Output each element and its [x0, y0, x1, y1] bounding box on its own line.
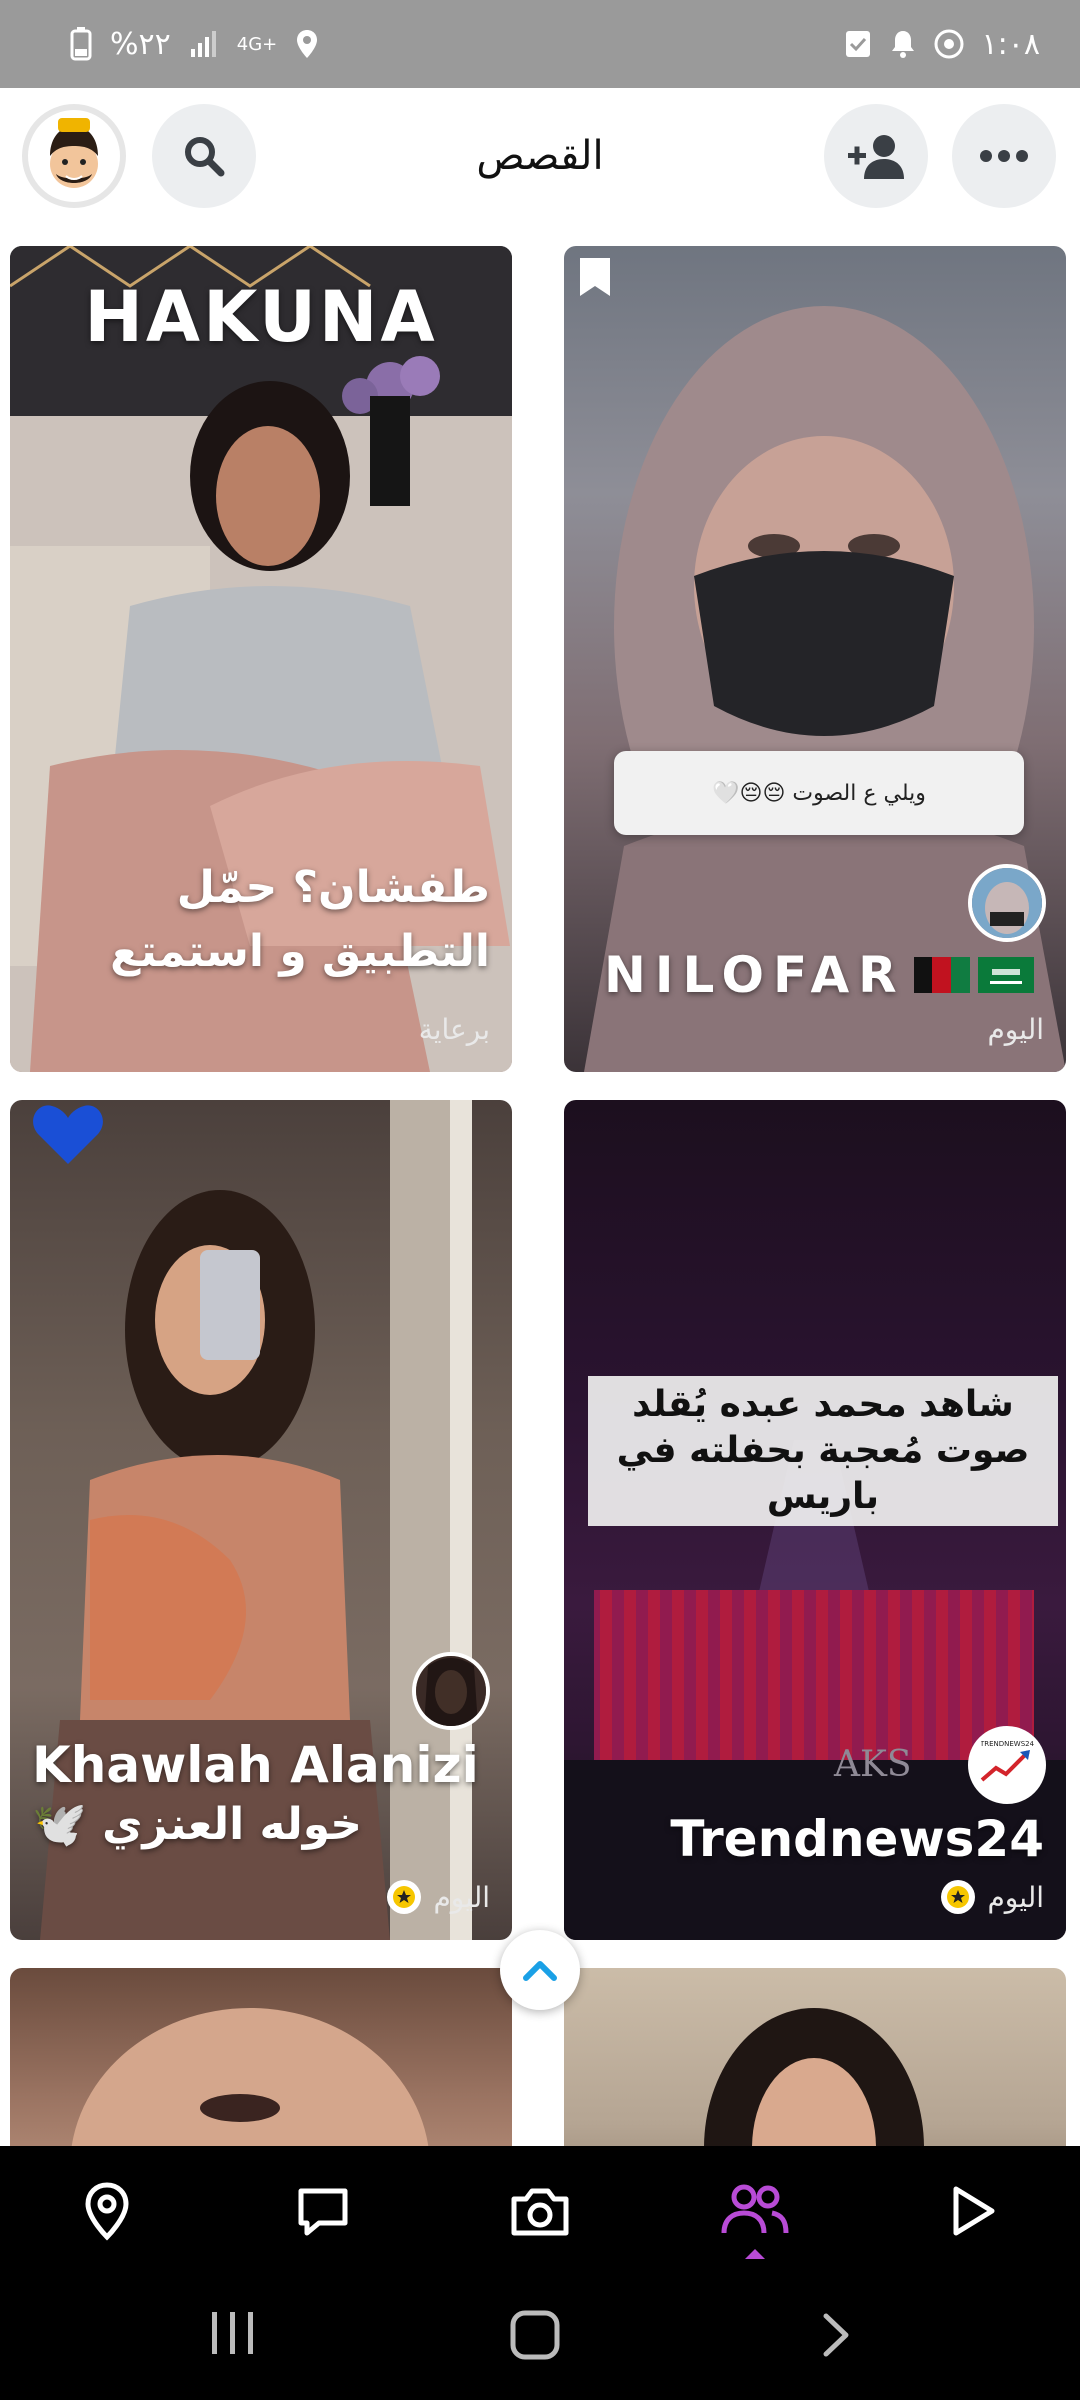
- creator-avatar[interactable]: [968, 864, 1046, 942]
- network-type: 4G+: [236, 33, 278, 55]
- stories-header: القصص: [0, 88, 1080, 248]
- camera-icon: [511, 2188, 569, 2236]
- system-navigation-bar: [0, 2270, 1080, 2400]
- map-pin-icon: [85, 2182, 129, 2241]
- chat-icon: [298, 2188, 348, 2236]
- card-subtitle: خوله العنزي 🕊️: [32, 1799, 363, 1850]
- card-title-row: NILOFAR: [604, 946, 1034, 1004]
- story-card-nilofar[interactable]: ويلي ع الصوت 😔😔🤍 NILOFAR اليوم: [564, 246, 1066, 1072]
- story-card-trendnews24[interactable]: شاهد محمد عبده يُقلد صوت مُعجبة بحفلته ف…: [564, 1100, 1066, 1940]
- chrome-icon: [934, 29, 964, 59]
- card-overlay-text: HAKUNA: [84, 276, 438, 358]
- add-friend-button[interactable]: [824, 104, 928, 208]
- afghanistan-flag-icon: [913, 957, 970, 993]
- nav-camera[interactable]: [505, 2176, 575, 2246]
- search-button[interactable]: [152, 104, 256, 208]
- clock: ١:٠٨: [981, 26, 1040, 62]
- location-icon: [295, 29, 319, 59]
- time-label: اليوم: [433, 1880, 490, 1914]
- status-bar: %٢٢ 4G+ ١:٠٨: [0, 0, 1080, 88]
- add-friend-icon: [848, 135, 904, 179]
- creator-avatar[interactable]: [412, 1652, 490, 1730]
- question-sticker: ويلي ع الصوت 😔😔🤍: [614, 751, 1024, 835]
- recent-apps-button[interactable]: [200, 2308, 264, 2362]
- trendnews-avatar-label: TRENDNEWS24: [979, 1740, 1035, 1748]
- card-meta: اليوم: [987, 1013, 1044, 1046]
- battery-percent: %٢٢: [110, 26, 171, 62]
- chevron-right-icon: [823, 2313, 849, 2357]
- home-icon: [510, 2310, 560, 2360]
- card-meta: اليوم: [941, 1880, 1044, 1914]
- notification-bell-icon: [890, 29, 916, 59]
- friends-icon: [721, 2184, 789, 2234]
- recent-apps-icon: [212, 2312, 253, 2354]
- star-badge-icon: [387, 1880, 422, 1914]
- signal-icon: [189, 29, 219, 59]
- story-6-illustration: [704, 2008, 924, 2146]
- home-button[interactable]: [508, 2308, 562, 2366]
- time-label: اليوم: [987, 1013, 1044, 1046]
- status-left-group: %٢٢ 4G+: [70, 0, 319, 88]
- time-label: اليوم: [987, 1880, 1044, 1914]
- story-5-illustration: [71, 2008, 429, 2146]
- bitmoji-avatar-icon: [28, 110, 120, 202]
- active-tab-indicator: [743, 2246, 767, 2265]
- bottom-navigation: [0, 2146, 1080, 2270]
- story-card-5[interactable]: [10, 1968, 512, 2146]
- creator-avatar[interactable]: TRENDNEWS24: [968, 1726, 1046, 1804]
- chevron-up-icon: [523, 1961, 557, 1981]
- nav-spotlight[interactable]: [937, 2176, 1007, 2246]
- card-meta: برعاية: [419, 1013, 490, 1046]
- nav-stories[interactable]: [720, 2176, 790, 2246]
- profile-avatar-button[interactable]: [22, 104, 126, 208]
- play-icon: [953, 2186, 995, 2236]
- more-options-button[interactable]: [952, 104, 1056, 208]
- stories-grid: HAKUNA طفشان؟ حمّل التطبيق و استمتع برعا…: [0, 246, 1080, 2146]
- story-card-6[interactable]: [564, 1968, 1066, 2146]
- blue-heart-icon: [32, 1102, 104, 1172]
- stage-text: AKS: [834, 1744, 912, 1785]
- search-icon: [185, 137, 225, 177]
- status-right-group: ١:٠٨: [844, 0, 1040, 88]
- card-meta: اليوم: [387, 1880, 490, 1914]
- card-overlay-text: شاهد محمد عبده يُقلد صوت مُعجبة بحفلته ف…: [588, 1376, 1058, 1526]
- card-title: طفشان؟ حمّل التطبيق و استمتع: [110, 862, 490, 977]
- nav-map[interactable]: [72, 2176, 142, 2246]
- back-button[interactable]: [816, 2310, 856, 2364]
- scroll-to-top-button[interactable]: [500, 1930, 580, 2010]
- star-badge-icon: [941, 1880, 976, 1914]
- nav-chat[interactable]: [288, 2176, 358, 2246]
- card-title: Trendnews24: [670, 1810, 1044, 1868]
- card-title: Khawlah Alanizi: [32, 1736, 479, 1794]
- story-card-hakuna[interactable]: HAKUNA طفشان؟ حمّل التطبيق و استمتع برعا…: [10, 246, 512, 1072]
- checkbox-notification-icon: [844, 29, 872, 59]
- saudi-flag-icon: [977, 957, 1034, 993]
- battery-icon: [70, 27, 92, 61]
- story-card-khawlah[interactable]: Khawlah Alanizi خوله العنزي 🕊️ اليوم: [10, 1100, 512, 1940]
- bookmark-icon[interactable]: [578, 256, 612, 302]
- card-title: NILOFAR: [604, 946, 906, 1004]
- more-dots-icon: [980, 150, 1028, 162]
- sponsored-label: برعاية: [418, 1013, 490, 1046]
